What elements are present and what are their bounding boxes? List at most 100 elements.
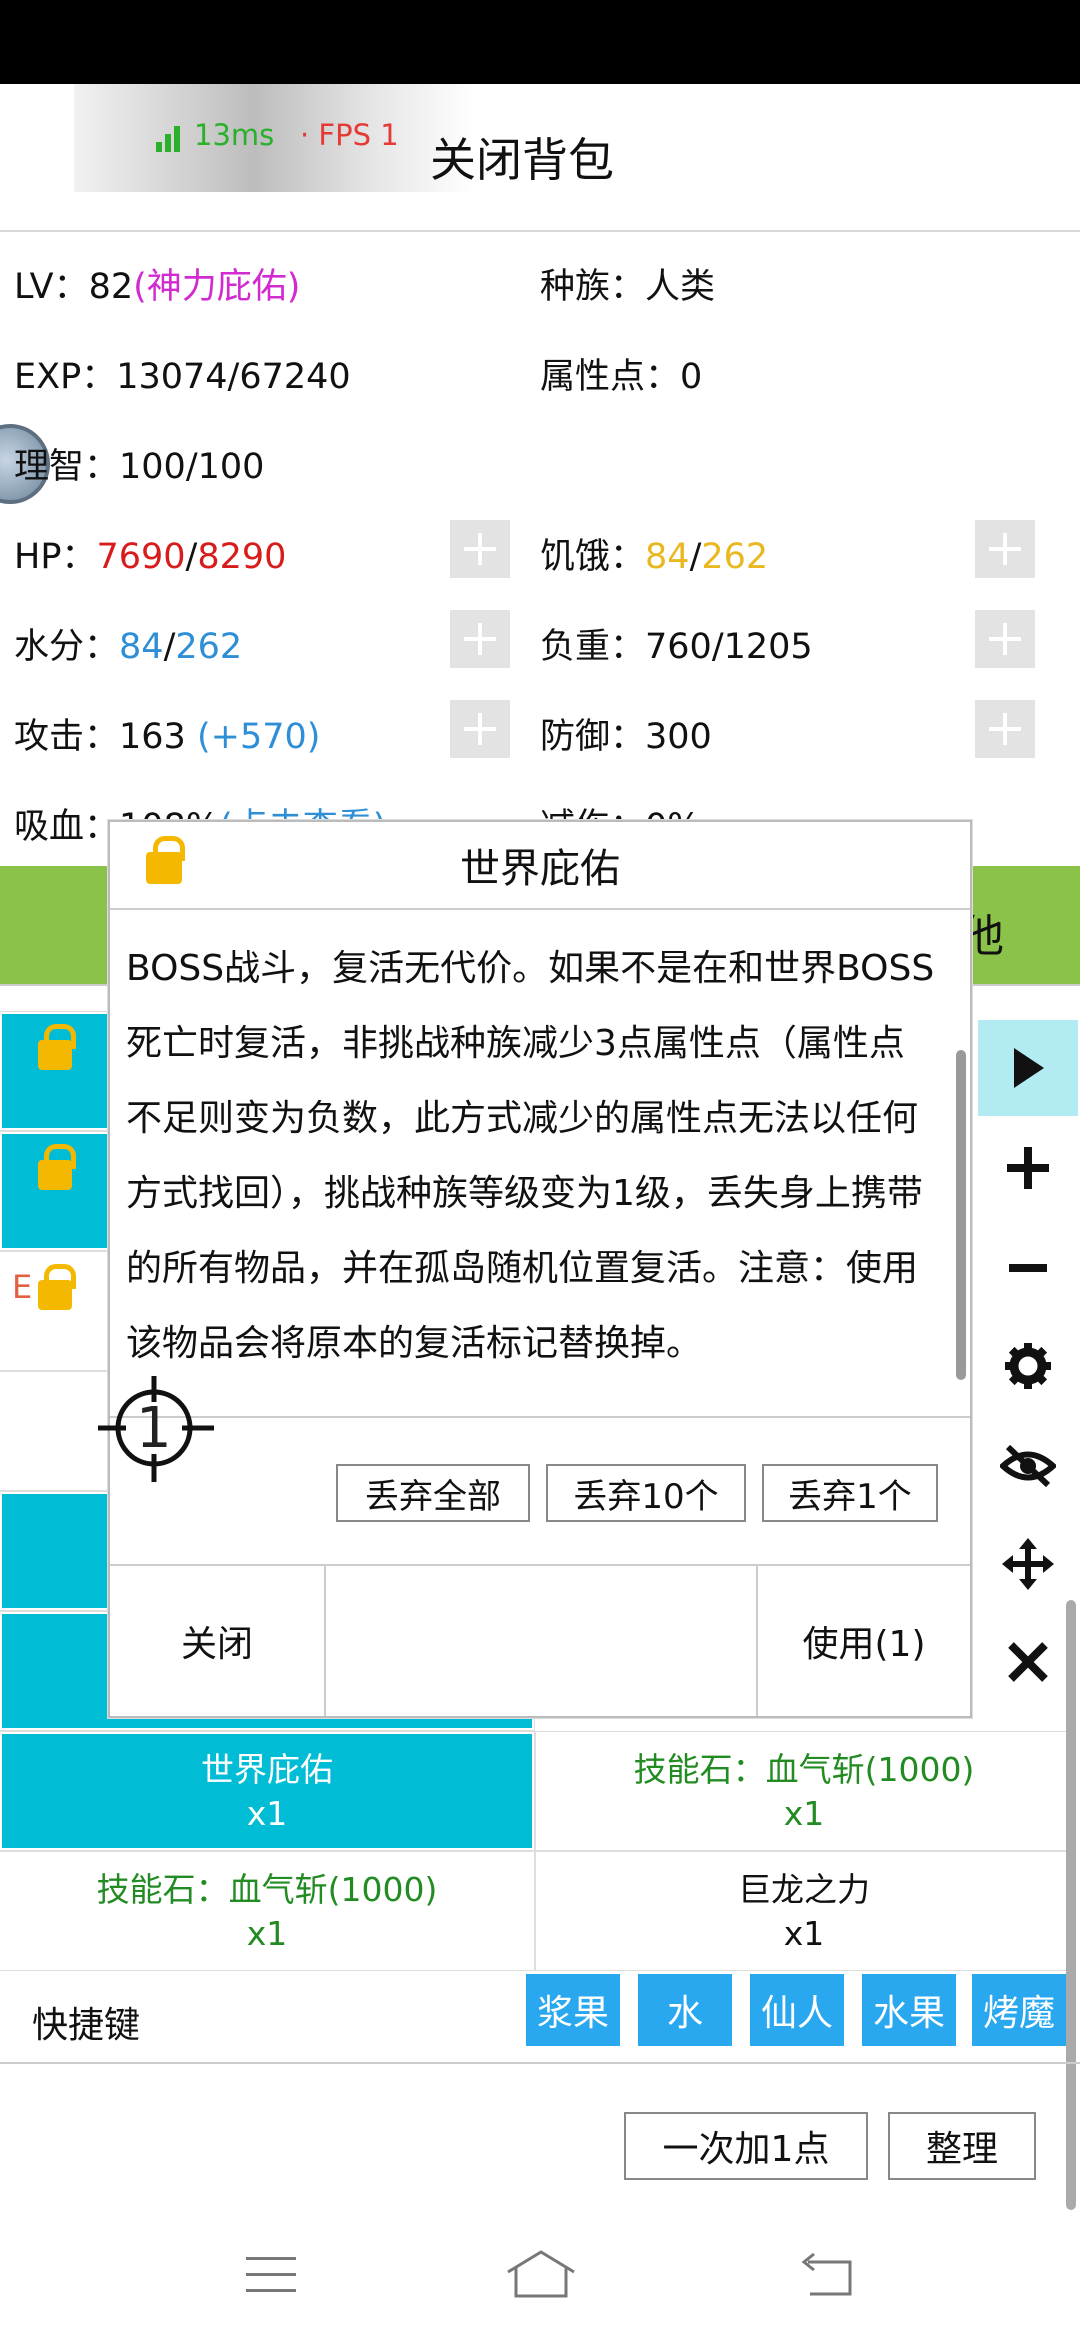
dialog-description-scroll[interactable]: 该物品可以在死亡时复活，如果死亡时正在和世界BOSS战斗，复活无代价。如果不是在… [126, 912, 936, 1414]
hunger-current: 84 [645, 537, 690, 577]
hotkey-water-button[interactable]: 水 [638, 1974, 732, 2046]
eye-hidden-icon[interactable] [978, 1418, 1078, 1514]
item-qty: x1 [783, 1914, 825, 1953]
item-name: 技能石：血气斩(1000) [96, 1870, 438, 1909]
sanity-value: 100/100 [119, 447, 265, 487]
level-blessing: (神力庇佑) [133, 267, 301, 307]
water-stat: 水分：84/262 [14, 618, 242, 669]
play-icon[interactable] [978, 1020, 1078, 1116]
inventory-cell-world-blessing[interactable]: 世界庇佑 x1 [0, 1731, 535, 1851]
partial-item-prefix: E [12, 1268, 33, 1306]
load-stat: 负重：760/1205 [540, 618, 813, 669]
drop-ten-button[interactable]: 丢弃10个 [546, 1464, 746, 1522]
drop-all-button[interactable]: 丢弃全部 [336, 1464, 530, 1522]
defense-label: 防御： [540, 717, 646, 757]
sanity-stat: 理智：100/100 [14, 438, 264, 489]
attack-plus-button[interactable] [450, 700, 510, 758]
hp-current: 7690 [96, 537, 186, 577]
attack-value: 163 [119, 717, 186, 757]
load-value: 760/1205 [645, 627, 813, 667]
dialog-close-button[interactable]: 关闭 [110, 1566, 324, 1716]
add-one-point-button[interactable]: 一次加1点 [624, 2112, 868, 2180]
item-name: 世界庇佑 [201, 1750, 333, 1789]
attribute-points-stat: 属性点：0 [540, 348, 702, 399]
item-name: 技能石：血气斩(1000) [633, 1750, 975, 1789]
level-label: LV： [14, 267, 89, 307]
hotkey-fruit-button[interactable]: 水果 [862, 1974, 956, 2046]
exp-value: 13074/67240 [116, 357, 351, 397]
close-bag-button[interactable]: 关闭背包 [430, 124, 614, 190]
hp-stat: HP：7690/8290 [14, 528, 286, 579]
hotkey-label: 快捷键 [32, 2005, 141, 2046]
menu-icon[interactable] [244, 2254, 298, 2296]
signal-icon [156, 122, 186, 152]
inventory-cell-dragon-power[interactable]: 巨龙之力 x1 [535, 1851, 1073, 1971]
exp-label: EXP： [14, 357, 117, 397]
hunger-separator: / [689, 537, 702, 577]
dialog-divider [110, 1416, 970, 1418]
dialog-use-button[interactable]: 使用(1) [758, 1566, 970, 1716]
ping-text: 13ms [194, 118, 275, 152]
race-value: 人类 [645, 267, 716, 307]
defense-stat: 防御：300 [540, 708, 712, 759]
defense-plus-button[interactable] [975, 700, 1035, 758]
attack-label: 攻击： [14, 717, 120, 757]
sanity-label: 理智： [14, 447, 120, 487]
water-current: 84 [119, 627, 164, 667]
hunger-max: 262 [701, 537, 769, 577]
inventory-cell-skill-stone[interactable]: 技能石：血气斩(1000) x1 [535, 1731, 1073, 1851]
move-icon[interactable] [978, 1516, 1078, 1612]
hp-separator: / [185, 537, 198, 577]
attribute-points-label: 属性点： [540, 357, 681, 397]
load-plus-button[interactable] [975, 610, 1035, 668]
lock-icon [38, 1024, 76, 1070]
inventory-cell-skill-stone[interactable]: 技能石：血气斩(1000) x1 [0, 1851, 535, 1971]
plus-icon[interactable] [978, 1120, 1078, 1216]
item-description: 该物品可以在死亡时复活，如果死亡时正在和世界BOSS战斗，复活无代价。如果不是在… [126, 912, 935, 1364]
hotkey-divider [0, 2062, 1080, 2064]
minus-icon[interactable] [978, 1220, 1078, 1316]
hunger-label: 饥饿： [540, 537, 646, 577]
hp-max: 8290 [197, 537, 287, 577]
item-qty: x1 [246, 1914, 288, 1953]
fps-text: · FPS 1 [300, 118, 399, 152]
level-value: 82 [88, 267, 134, 307]
load-label: 负重： [540, 627, 646, 667]
close-icon[interactable] [978, 1614, 1078, 1710]
race-stat: 种族：人类 [540, 258, 715, 309]
page-scrollbar[interactable] [1066, 1600, 1076, 2210]
dialog-scrollbar[interactable] [956, 1050, 966, 1380]
gear-icon[interactable] [978, 1318, 1078, 1414]
defense-value: 300 [645, 717, 712, 757]
lock-icon [38, 1144, 76, 1190]
hunger-stat: 饥饿：84/262 [540, 528, 768, 579]
item-name: 巨龙之力 [738, 1870, 870, 1909]
home-icon[interactable] [504, 2248, 578, 2300]
attack-stat: 攻击：163 (+570) [14, 708, 320, 759]
water-max: 262 [175, 627, 243, 667]
hp-plus-button[interactable] [450, 520, 510, 578]
attribute-points-value: 0 [680, 357, 703, 397]
dialog-divider [324, 1566, 326, 1716]
crosshair-number: 1 [136, 1396, 172, 1461]
drop-one-button[interactable]: 丢弃1个 [762, 1464, 938, 1522]
hotkey-berry-button[interactable]: 浆果 [526, 1974, 620, 2046]
hp-label: HP： [14, 537, 97, 577]
lock-icon [38, 1264, 76, 1310]
sort-button[interactable]: 整理 [888, 2112, 1036, 2180]
water-label: 水分： [14, 627, 120, 667]
hotkey-roast-button[interactable]: 烤魔 [972, 1974, 1066, 2046]
dialog-title: 世界庇佑 [460, 846, 620, 892]
water-plus-button[interactable] [450, 610, 510, 668]
item-qty: x1 [246, 1794, 288, 1833]
race-label: 种族： [540, 267, 646, 307]
hotkey-cactus-button[interactable]: 仙人 [750, 1974, 844, 2046]
attack-bonus: (+570) [196, 717, 321, 757]
back-icon[interactable] [796, 2252, 856, 2298]
item-qty: x1 [783, 1794, 825, 1833]
status-bar [0, 0, 1080, 84]
water-separator: / [163, 627, 176, 667]
hunger-plus-button[interactable] [975, 520, 1035, 578]
level-stat: LV：82(神力庇佑) [14, 258, 300, 309]
lifesteal-label: 吸血： [14, 807, 120, 847]
